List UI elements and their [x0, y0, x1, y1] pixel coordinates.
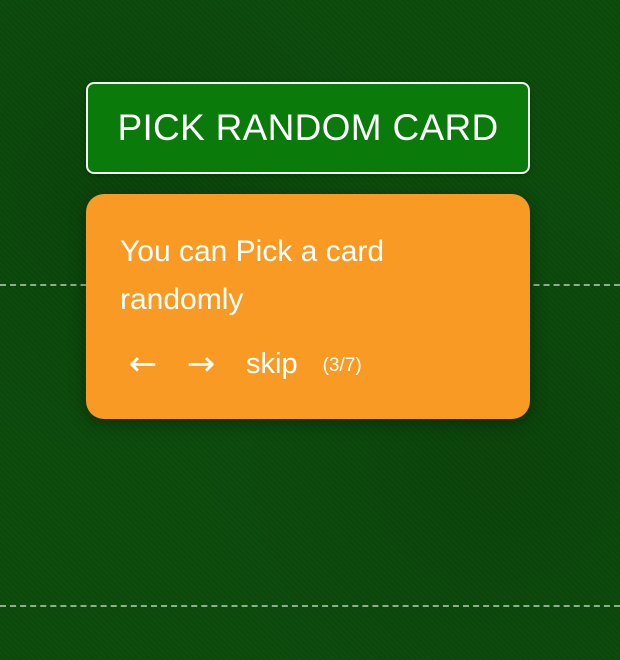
skip-button[interactable]: skip — [246, 344, 298, 384]
arrow-right-icon[interactable]: → — [178, 344, 224, 384]
step-progress: (3/7) — [322, 355, 362, 376]
onboarding-tooltip: You can Pick a card randomly ← → skip (3… — [86, 194, 530, 419]
dashed-divider-bottom — [0, 605, 620, 607]
pick-random-card-button[interactable]: PICK RANDOM CARD — [86, 82, 530, 174]
tooltip-text: You can Pick a card randomly — [120, 235, 385, 316]
arrow-left-icon[interactable]: ← — [120, 344, 166, 384]
tooltip-navigation: ← → skip (3/7) — [120, 342, 362, 386]
